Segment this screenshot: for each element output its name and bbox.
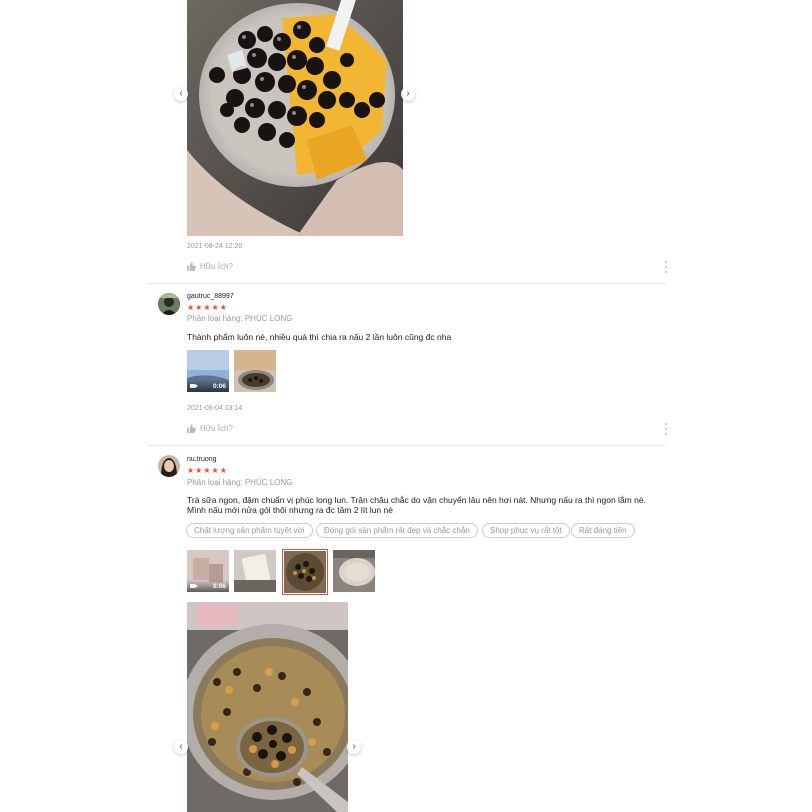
media-next-button[interactable]: › [401, 87, 415, 101]
review-image-thumbnail[interactable] [333, 550, 375, 592]
reviewer-username[interactable]: gautruc_88997 [187, 293, 234, 300]
helpful-button[interactable]: Hữu Ích? [187, 262, 233, 271]
rating-stars: ★★★★★ [187, 303, 228, 312]
rating-stars: ★★★★★ [187, 466, 228, 475]
helpful-label: Hữu Ích? [200, 262, 233, 271]
video-duration: 0:06 [212, 382, 226, 390]
helpful-button[interactable]: Hữu Ích? [187, 424, 233, 433]
reviewer-username[interactable]: nu.truong [187, 456, 217, 463]
product-variant: Phân loại hàng: PHÚC LONG [187, 478, 293, 487]
review-timestamp: 2021-08-24 12:20 [187, 243, 243, 250]
more-options-button[interactable] [664, 261, 668, 273]
review-tag: Chất lượng sản phẩm tuyệt vời [186, 523, 313, 538]
media-next-button[interactable]: › [347, 740, 361, 754]
video-overlay: 0:06 [187, 580, 229, 592]
review-image-thumbnail[interactable] [234, 550, 276, 592]
thumbs-up-icon [187, 262, 196, 271]
review-media-viewer-image [187, 0, 403, 236]
more-options-button[interactable] [664, 423, 668, 435]
review-divider [148, 283, 666, 284]
review-image-thumbnail-selected[interactable] [282, 549, 328, 595]
video-duration: 0:06 [212, 582, 226, 590]
media-prev-button[interactable]: ‹ [174, 87, 188, 101]
review-tag: Shop phục vụ rất tốt [482, 523, 570, 538]
avatar[interactable] [158, 455, 180, 477]
review-media-viewer-image [187, 602, 348, 812]
video-camera-icon [190, 383, 198, 389]
media-prev-button[interactable]: ‹ [174, 740, 188, 754]
helpful-label: Hữu Ích? [200, 424, 233, 433]
review-timestamp: 2021-08-04 03:14 [187, 405, 243, 412]
review-image-thumbnail[interactable] [234, 350, 276, 392]
review-comment: Trà sữa ngon, đậm chuẩn vị phúc long lun… [187, 495, 646, 515]
review-tag: Rất đáng tiền [571, 523, 635, 538]
review-video-thumbnail[interactable]: 0:06 [187, 550, 229, 592]
thumbs-up-icon [187, 424, 196, 433]
review-tag: Đóng gói sản phẩm rất đẹp và chắc chắn [316, 523, 478, 538]
video-camera-icon [190, 583, 198, 589]
review-divider [148, 445, 666, 446]
review-video-thumbnail[interactable]: 0:06 [187, 350, 229, 392]
review-comment: Thành phẩm luôn nè, nhiều quá thì chia r… [187, 332, 452, 342]
avatar[interactable] [158, 293, 180, 315]
product-variant: Phân loại hàng: PHÚC LONG [187, 314, 293, 323]
video-overlay: 0:06 [187, 380, 229, 392]
